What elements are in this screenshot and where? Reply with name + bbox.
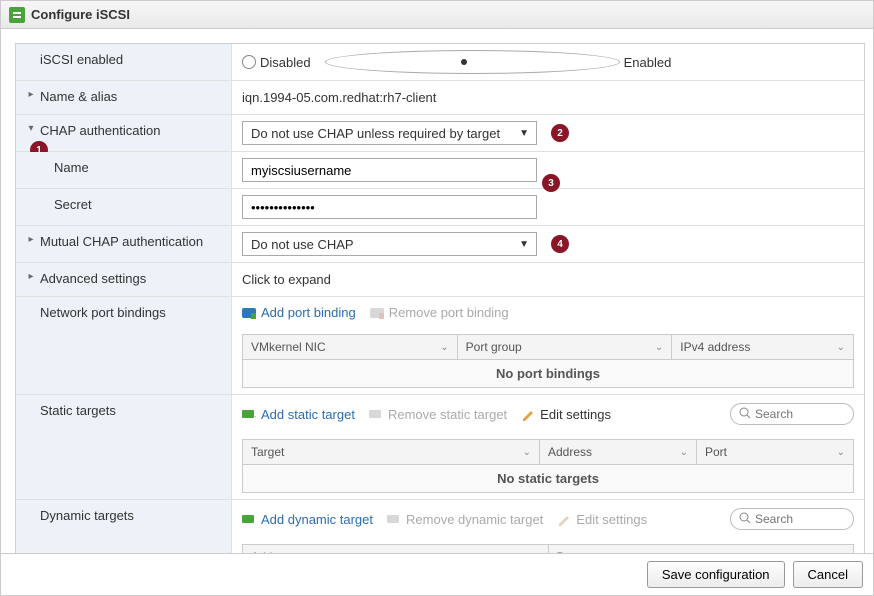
remove-icon bbox=[370, 306, 384, 320]
dialog-footer: Save configuration Cancel bbox=[1, 553, 873, 595]
label-network-port-bindings: Network port bindings bbox=[16, 297, 232, 394]
remove-port-binding-button: Remove port binding bbox=[370, 305, 509, 320]
static-search-input[interactable] bbox=[755, 407, 845, 421]
add-icon bbox=[242, 512, 256, 526]
settings-panel: iSCSI enabled Disabled Enabled bbox=[15, 43, 865, 553]
add-icon: + bbox=[242, 407, 256, 421]
collapse-icon: ▾ bbox=[26, 123, 36, 134]
chap-name-input[interactable] bbox=[242, 158, 537, 182]
value-chap-secret bbox=[232, 189, 864, 225]
value-advanced[interactable]: Click to expand bbox=[232, 263, 864, 296]
label-name-alias[interactable]: ▸ Name & alias bbox=[16, 81, 232, 114]
configure-iscsi-dialog: Configure iSCSI iSCSI enabled Disabled bbox=[0, 0, 874, 596]
iscsi-icon bbox=[9, 7, 25, 23]
svg-text:+: + bbox=[254, 412, 256, 421]
add-dynamic-target-button[interactable]: Add dynamic target bbox=[242, 512, 373, 527]
col-port[interactable]: Port⌄ bbox=[696, 439, 854, 465]
label-chap-auth[interactable]: ▾ CHAP authentication 1 bbox=[16, 115, 232, 151]
value-iscsi-enabled: Disabled Enabled bbox=[232, 44, 864, 80]
add-icon bbox=[242, 306, 256, 320]
radio-disabled[interactable]: Disabled bbox=[242, 55, 311, 70]
annotation-badge-3: 3 bbox=[542, 174, 560, 192]
value-mutual-chap: Do not use CHAP ▼ 4 bbox=[232, 226, 864, 262]
npb-empty: No port bindings bbox=[242, 360, 854, 388]
value-chap-auth: Do not use CHAP unless required by targe… bbox=[232, 115, 864, 151]
expand-icon: ▸ bbox=[26, 271, 36, 282]
chevron-down-icon: ⌄ bbox=[837, 342, 845, 353]
col-target[interactable]: Target⌄ bbox=[242, 439, 539, 465]
pencil-icon bbox=[557, 512, 571, 526]
cancel-button[interactable]: Cancel bbox=[793, 561, 863, 588]
chevron-down-icon: ⌄ bbox=[531, 552, 539, 554]
content-scroll[interactable]: iSCSI enabled Disabled Enabled bbox=[1, 29, 873, 553]
value-dynamic-targets: Add dynamic target Remove dynamic target… bbox=[232, 500, 864, 553]
value-static-targets: + Add static target Remove static target… bbox=[232, 395, 864, 499]
label-iscsi-enabled: iSCSI enabled bbox=[16, 44, 232, 80]
edit-settings-button[interactable]: Edit settings bbox=[521, 407, 611, 422]
value-chap-name: 3 bbox=[232, 152, 864, 188]
remove-icon bbox=[387, 512, 401, 526]
remove-icon bbox=[369, 407, 383, 421]
remove-dynamic-target-button: Remove dynamic target bbox=[387, 512, 543, 527]
radio-enabled[interactable]: Enabled bbox=[325, 50, 672, 74]
col-vmkernel-nic[interactable]: VMkernel NIC⌄ bbox=[242, 334, 457, 360]
dynamic-search-input[interactable] bbox=[755, 512, 845, 526]
edit-settings-button-disabled: Edit settings bbox=[557, 512, 647, 527]
save-button[interactable]: Save configuration bbox=[647, 561, 785, 588]
label-chap-secret: Secret bbox=[16, 189, 232, 225]
pencil-icon bbox=[521, 407, 535, 421]
dynamic-search[interactable] bbox=[730, 508, 854, 530]
expand-icon: ▸ bbox=[26, 234, 36, 245]
label-static-targets: Static targets bbox=[16, 395, 232, 499]
col-port-group[interactable]: Port group⌄ bbox=[457, 334, 672, 360]
chevron-down-icon: ⌄ bbox=[837, 552, 845, 554]
dialog-title: Configure iSCSI bbox=[31, 7, 130, 22]
add-static-target-button[interactable]: + Add static target bbox=[242, 407, 355, 422]
search-icon bbox=[739, 512, 751, 527]
chevron-down-icon: ⌄ bbox=[680, 447, 688, 458]
chevron-down-icon: ⌄ bbox=[523, 447, 531, 458]
col-address[interactable]: Address⌄ bbox=[539, 439, 696, 465]
label-advanced[interactable]: ▸ Advanced settings bbox=[16, 263, 232, 296]
add-port-binding-button[interactable]: Add port binding bbox=[242, 305, 356, 320]
search-icon bbox=[739, 407, 751, 422]
static-empty: No static targets bbox=[242, 465, 854, 493]
col-dyn-port[interactable]: Port⌄ bbox=[548, 544, 855, 553]
annotation-badge-2: 2 bbox=[551, 124, 569, 142]
label-dynamic-targets: Dynamic targets bbox=[16, 500, 232, 553]
chevron-down-icon: ⌄ bbox=[837, 447, 845, 458]
chevron-down-icon: ⌄ bbox=[440, 342, 448, 353]
static-search[interactable] bbox=[730, 403, 854, 425]
value-name-alias: iqn.1994-05.com.redhat:rh7-client bbox=[232, 81, 864, 114]
expand-icon: ▸ bbox=[26, 89, 36, 100]
mutual-chap-select[interactable]: Do not use CHAP bbox=[242, 232, 537, 256]
title-bar: Configure iSCSI bbox=[1, 1, 873, 29]
label-mutual-chap[interactable]: ▸ Mutual CHAP authentication bbox=[16, 226, 232, 262]
value-network-port-bindings: Add port binding Remove port binding VMk… bbox=[232, 297, 864, 394]
label-chap-name: Name bbox=[16, 152, 232, 188]
chevron-down-icon: ⌄ bbox=[655, 342, 663, 353]
remove-static-target-button: Remove static target bbox=[369, 407, 507, 422]
annotation-badge-4: 4 bbox=[551, 235, 569, 253]
chap-mode-select[interactable]: Do not use CHAP unless required by targe… bbox=[242, 121, 537, 145]
col-dyn-address[interactable]: Address⌄ bbox=[242, 544, 548, 553]
col-ipv4[interactable]: IPv4 address⌄ bbox=[671, 334, 854, 360]
chap-secret-input[interactable] bbox=[242, 195, 537, 219]
